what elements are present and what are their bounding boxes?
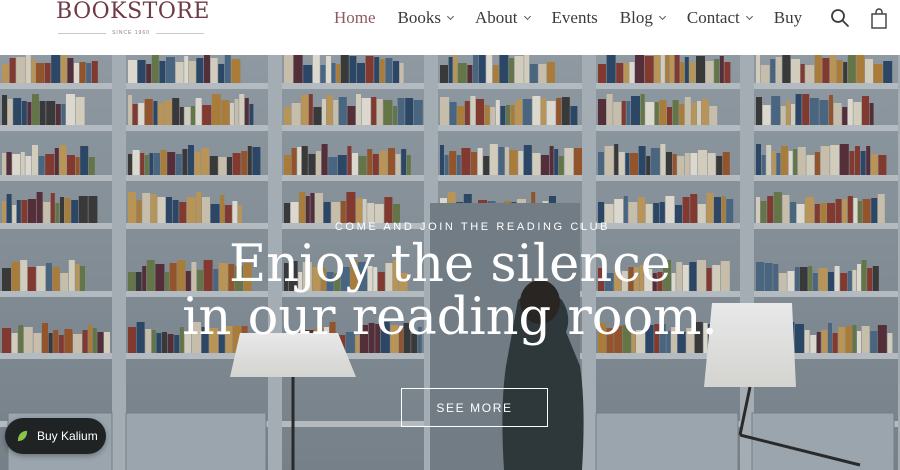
main-nav: Home Books About Events Blog Contact Buy bbox=[334, 8, 824, 28]
see-more-button[interactable]: SEE MORE bbox=[401, 388, 548, 427]
leaf-icon bbox=[17, 430, 28, 441]
nav-books-label: Books bbox=[397, 8, 442, 27]
logo-text: BOOKSTORE bbox=[56, 0, 210, 24]
nav-home-label: Home bbox=[334, 8, 376, 27]
cart-button[interactable] bbox=[870, 8, 890, 29]
chevron-down-icon bbox=[446, 12, 455, 20]
hero-headline-line1: Enjoy the silence bbox=[229, 235, 671, 294]
buy-kalium-label: Buy Kalium bbox=[37, 429, 98, 443]
hero-headline: Enjoy the silence in our reading room. bbox=[0, 238, 900, 344]
chevron-down-icon bbox=[745, 12, 753, 20]
nav-home[interactable]: Home bbox=[334, 8, 376, 28]
logo-tagline: SINCE 1960 bbox=[56, 30, 206, 36]
buy-kalium-button[interactable]: Buy Kalium bbox=[5, 418, 106, 454]
hero-banner: COME AND JOIN THE READING CLUB Enjoy the… bbox=[0, 55, 900, 470]
nav-about-label: About bbox=[475, 8, 518, 27]
nav-buy-label: Buy bbox=[773, 8, 803, 27]
chevron-down-icon bbox=[523, 12, 531, 20]
search-icon bbox=[831, 9, 849, 27]
nav-events-label: Events bbox=[551, 8, 598, 27]
nav-books[interactable]: Books bbox=[397, 8, 455, 28]
shopping-bag-icon bbox=[871, 8, 887, 29]
nav-contact-label: Contact bbox=[686, 8, 740, 27]
hero-headline-line2: in our reading room. bbox=[182, 288, 718, 347]
hero-kicker: COME AND JOIN THE READING CLUB bbox=[334, 221, 611, 233]
site-header: BOOKSTORE SINCE 1960 Home Books About Ev… bbox=[0, 0, 900, 55]
site-logo[interactable]: BOOKSTORE SINCE 1960 bbox=[56, 0, 210, 36]
nav-events[interactable]: Events bbox=[552, 8, 598, 28]
chevron-down-icon bbox=[658, 12, 666, 20]
nav-buy[interactable]: Buy bbox=[774, 8, 802, 28]
nav-contact[interactable]: Contact bbox=[686, 8, 753, 28]
nav-about[interactable]: About bbox=[475, 8, 531, 28]
nav-blog-label: Blog bbox=[619, 8, 653, 27]
nav-blog[interactable]: Blog bbox=[619, 8, 666, 28]
search-button[interactable] bbox=[830, 8, 850, 28]
